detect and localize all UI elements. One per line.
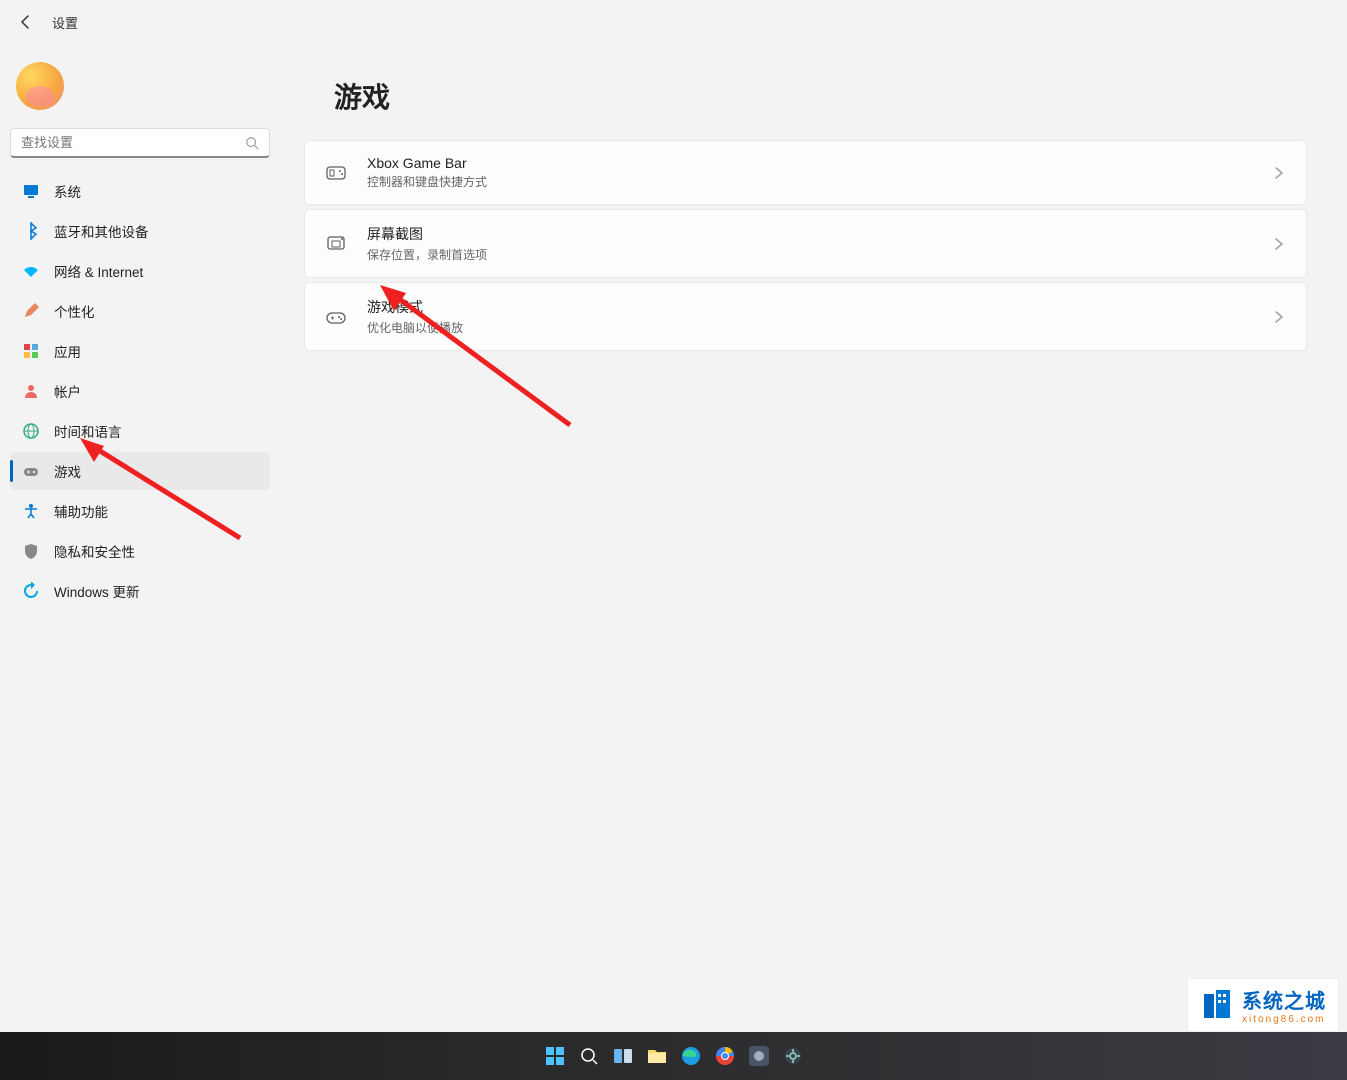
- card-title: 屏幕截图: [367, 224, 1252, 244]
- sidebar-item-label: 网络 & Internet: [54, 261, 143, 281]
- settings-card-capture[interactable]: 屏幕截图 保存位置，录制首选项: [304, 209, 1307, 278]
- sidebar-item-label: 隐私和安全性: [54, 541, 135, 561]
- user-avatar-area[interactable]: [10, 52, 270, 128]
- card-subtitle: 优化电脑以便播放: [367, 319, 1252, 336]
- gear-icon: [783, 1046, 803, 1066]
- watermark: 系统之城 xitong86.com: [1187, 978, 1339, 1032]
- sidebar-item-label: 时间和语言: [54, 421, 122, 441]
- page-title: 游戏: [334, 76, 1307, 116]
- edge-icon: [681, 1046, 701, 1066]
- sidebar-item-label: 辅助功能: [54, 501, 108, 521]
- sidebar-item-label: 系统: [54, 181, 81, 201]
- gamemode-icon: [325, 306, 347, 328]
- wifi-icon: [22, 262, 40, 280]
- settings-header: 设置: [0, 0, 1347, 44]
- card-text: 屏幕截图 保存位置，录制首选项: [367, 224, 1252, 263]
- settings-card-xbox[interactable]: Xbox Game Bar 控制器和键盘快捷方式: [304, 140, 1307, 205]
- card-title: 游戏模式: [367, 297, 1252, 317]
- sidebar-item-apps[interactable]: 应用: [10, 332, 270, 370]
- sidebar-item-label: 应用: [54, 341, 81, 361]
- taskbar-explorer-button[interactable]: [643, 1042, 671, 1070]
- windows-icon: [545, 1046, 565, 1066]
- card-title: Xbox Game Bar: [367, 155, 1252, 171]
- taskbar: [0, 1032, 1347, 1080]
- taskbar-chrome-button[interactable]: [711, 1042, 739, 1070]
- accessibility-icon: [22, 502, 40, 520]
- search-icon: [580, 1047, 598, 1065]
- settings-card-gamemode[interactable]: 游戏模式 优化电脑以便播放: [304, 282, 1307, 351]
- sidebar-item-wifi[interactable]: 网络 & Internet: [10, 252, 270, 290]
- search-box[interactable]: [10, 128, 270, 158]
- nav: 系统蓝牙和其他设备网络 & Internet 个性化应用帐户时间和语言游戏辅助功能…: [10, 172, 270, 610]
- taskbar-app-button[interactable]: [745, 1042, 773, 1070]
- apps-icon: [22, 342, 40, 360]
- capture-icon: [325, 233, 347, 255]
- watermark-text-cn: 系统之城: [1242, 985, 1326, 1014]
- search-icon: [245, 136, 259, 150]
- sidebar-item-gamepad[interactable]: 游戏: [10, 452, 270, 490]
- sidebar-item-shield[interactable]: 隐私和安全性: [10, 532, 270, 570]
- sidebar-item-update[interactable]: Windows 更新: [10, 572, 270, 610]
- taskbar-edge-button[interactable]: [677, 1042, 705, 1070]
- avatar: [16, 62, 64, 110]
- main-content: 游戏 Xbox Game Bar 控制器和键盘快捷方式 屏幕截图 保存位置，录制…: [280, 44, 1347, 1080]
- chevron-right-icon: [1272, 237, 1286, 251]
- chrome-icon: [715, 1046, 735, 1066]
- shield-icon: [22, 542, 40, 560]
- sidebar-item-label: 个性化: [54, 301, 95, 321]
- globe-icon: [22, 422, 40, 440]
- chevron-right-icon: [1272, 166, 1286, 180]
- arrow-left-icon: [18, 14, 34, 30]
- taskbar-settings-button[interactable]: [779, 1042, 807, 1070]
- xbox-icon: [325, 162, 347, 184]
- search-input[interactable]: [21, 135, 245, 150]
- sidebar-item-person[interactable]: 帐户: [10, 372, 270, 410]
- taskbar-search-button[interactable]: [575, 1042, 603, 1070]
- sidebar-item-globe[interactable]: 时间和语言: [10, 412, 270, 450]
- sidebar-item-label: Windows 更新: [54, 581, 140, 601]
- chevron-right-icon: [1272, 310, 1286, 324]
- taskview-icon: [613, 1046, 633, 1066]
- sidebar-item-accessibility[interactable]: 辅助功能: [10, 492, 270, 530]
- settings-cards: Xbox Game Bar 控制器和键盘快捷方式 屏幕截图 保存位置，录制首选项…: [304, 140, 1307, 351]
- card-subtitle: 保存位置，录制首选项: [367, 246, 1252, 263]
- sidebar-item-brush[interactable]: 个性化: [10, 292, 270, 330]
- back-button[interactable]: [16, 12, 36, 32]
- person-icon: [22, 382, 40, 400]
- update-icon: [22, 582, 40, 600]
- sidebar-item-monitor[interactable]: 系统: [10, 172, 270, 210]
- watermark-text-en: xitong86.com: [1242, 1014, 1326, 1025]
- bluetooth-icon: [22, 222, 40, 240]
- sidebar-item-bluetooth[interactable]: 蓝牙和其他设备: [10, 212, 270, 250]
- app-icon: [749, 1046, 769, 1066]
- sidebar-item-label: 游戏: [54, 461, 81, 481]
- card-subtitle: 控制器和键盘快捷方式: [367, 173, 1252, 190]
- folder-icon: [647, 1047, 667, 1065]
- monitor-icon: [22, 182, 40, 200]
- taskbar-start-button[interactable]: [541, 1042, 569, 1070]
- card-text: 游戏模式 优化电脑以便播放: [367, 297, 1252, 336]
- sidebar: 系统蓝牙和其他设备网络 & Internet 个性化应用帐户时间和语言游戏辅助功能…: [0, 44, 280, 1080]
- sidebar-item-label: 蓝牙和其他设备: [54, 221, 149, 241]
- brush-icon: [22, 302, 40, 320]
- gamepad-icon: [22, 462, 40, 480]
- watermark-logo-icon: [1200, 988, 1234, 1022]
- taskbar-taskview-button[interactable]: [609, 1042, 637, 1070]
- card-text: Xbox Game Bar 控制器和键盘快捷方式: [367, 155, 1252, 190]
- sidebar-item-label: 帐户: [54, 381, 81, 401]
- header-title: 设置: [52, 13, 78, 32]
